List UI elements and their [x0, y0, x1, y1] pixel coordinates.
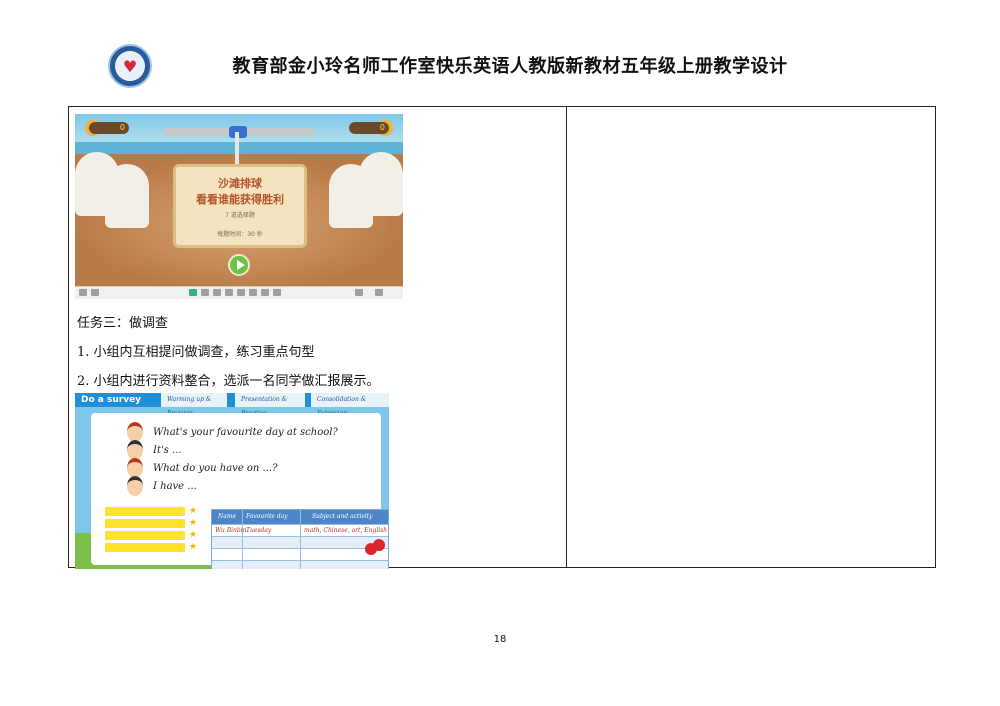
star-icon: ★	[189, 518, 198, 528]
tab-presentation[interactable]: Presentation & Practice	[235, 393, 305, 417]
sentence-3: What do you have on ...?	[153, 463, 278, 474]
heart-icon: ♥	[115, 51, 145, 81]
page-number: 18	[493, 634, 507, 645]
col-divider	[242, 510, 243, 569]
game-title: 沙滩排球	[218, 177, 262, 190]
crowd-left-2	[105, 164, 149, 228]
tool-icon[interactable]	[91, 289, 99, 296]
task-step-2: 2. 小组内进行资料整合，选派一名同学做汇报展示。	[77, 374, 380, 389]
survey-slide-screenshot: Do a survey Warming up & Revision Presen…	[75, 393, 389, 569]
survey-table: Name Favourite day Subject and activity …	[211, 509, 389, 569]
tab-consolidation[interactable]: Consolidation & Extension	[311, 393, 389, 417]
header-subject: Subject and activity	[312, 513, 373, 520]
slide-board: What's your favourite day at school? It'…	[91, 413, 389, 569]
task-step-1: 1. 小组内互相提问做调查，练习重点句型	[77, 345, 315, 360]
girl-avatar	[127, 422, 143, 442]
star-icon: ★	[189, 542, 198, 552]
star-icon: ★	[189, 506, 198, 516]
criteria-tag	[105, 519, 185, 528]
eraser-tool-icon[interactable]	[213, 289, 221, 296]
slide-title: Do a survey	[81, 395, 142, 405]
girl-avatar	[127, 458, 143, 478]
criteria-tag	[105, 531, 185, 540]
crowd-right-2	[329, 164, 373, 228]
column-divider	[566, 107, 567, 567]
tool-icon[interactable]	[273, 289, 281, 296]
game-subtitle: 看看谁能获得胜利	[196, 193, 284, 206]
cell-day: Tuesday	[246, 527, 272, 534]
play-icon[interactable]	[228, 254, 250, 276]
criteria-tag	[105, 543, 185, 552]
star-icon: ★	[189, 530, 198, 540]
page-header-title: 教育部金小玲名师工作室快乐英语人教版新教材五年级上册教学设计	[232, 56, 788, 77]
workshop-logo: ♥	[108, 44, 152, 88]
cell-subject: math, Chinese, art, English	[304, 527, 388, 534]
page-nav-icon[interactable]	[375, 289, 383, 296]
tool-icon[interactable]	[249, 289, 257, 296]
task-heading: 任务三：做调查	[77, 316, 169, 331]
select-tool-icon[interactable]	[189, 289, 197, 296]
sentence-4: I have ...	[153, 481, 197, 492]
boy-avatar	[127, 440, 143, 460]
header-favourite-day: Favourite day	[246, 513, 288, 520]
header-name: Name	[218, 513, 237, 520]
tool-icon[interactable]	[79, 289, 87, 296]
page-nav-icon[interactable]	[355, 289, 363, 296]
tab-warming-up[interactable]: Warming up & Revision	[161, 393, 227, 417]
score-right: 0	[349, 122, 389, 134]
boy-avatar	[127, 476, 143, 496]
game-toolbar	[75, 286, 403, 299]
pen-tool-icon[interactable]	[201, 289, 209, 296]
criteria-tag	[105, 507, 185, 516]
game-hint: 7 道选择题	[225, 212, 255, 219]
sentence-1: What's your favourite day at school?	[153, 427, 338, 438]
lesson-table: 0 0 沙滩排球 看看谁能获得胜利 7 道选择题 每题时间：30 秒 任务三：做…	[68, 106, 936, 569]
tool-icon[interactable]	[261, 289, 269, 296]
score-left: 0	[89, 122, 129, 134]
col-divider	[300, 510, 301, 569]
beach-volleyball-game-screenshot: 0 0 沙滩排球 看看谁能获得胜利 7 道选择题 每题时间：30 秒	[75, 114, 403, 299]
undo-tool-icon[interactable]	[225, 289, 233, 296]
game-time: 每题时间：30 秒	[217, 231, 263, 238]
redo-tool-icon[interactable]	[237, 289, 245, 296]
game-intro-sign: 沙滩排球 看看谁能获得胜利 7 道选择题 每题时间：30 秒	[173, 164, 307, 248]
flower-decoration	[373, 539, 385, 551]
table-left-cell: 0 0 沙滩排球 看看谁能获得胜利 7 道选择题 每题时间：30 秒 任务三：做…	[69, 107, 566, 569]
sentence-2: It's ...	[153, 445, 182, 456]
